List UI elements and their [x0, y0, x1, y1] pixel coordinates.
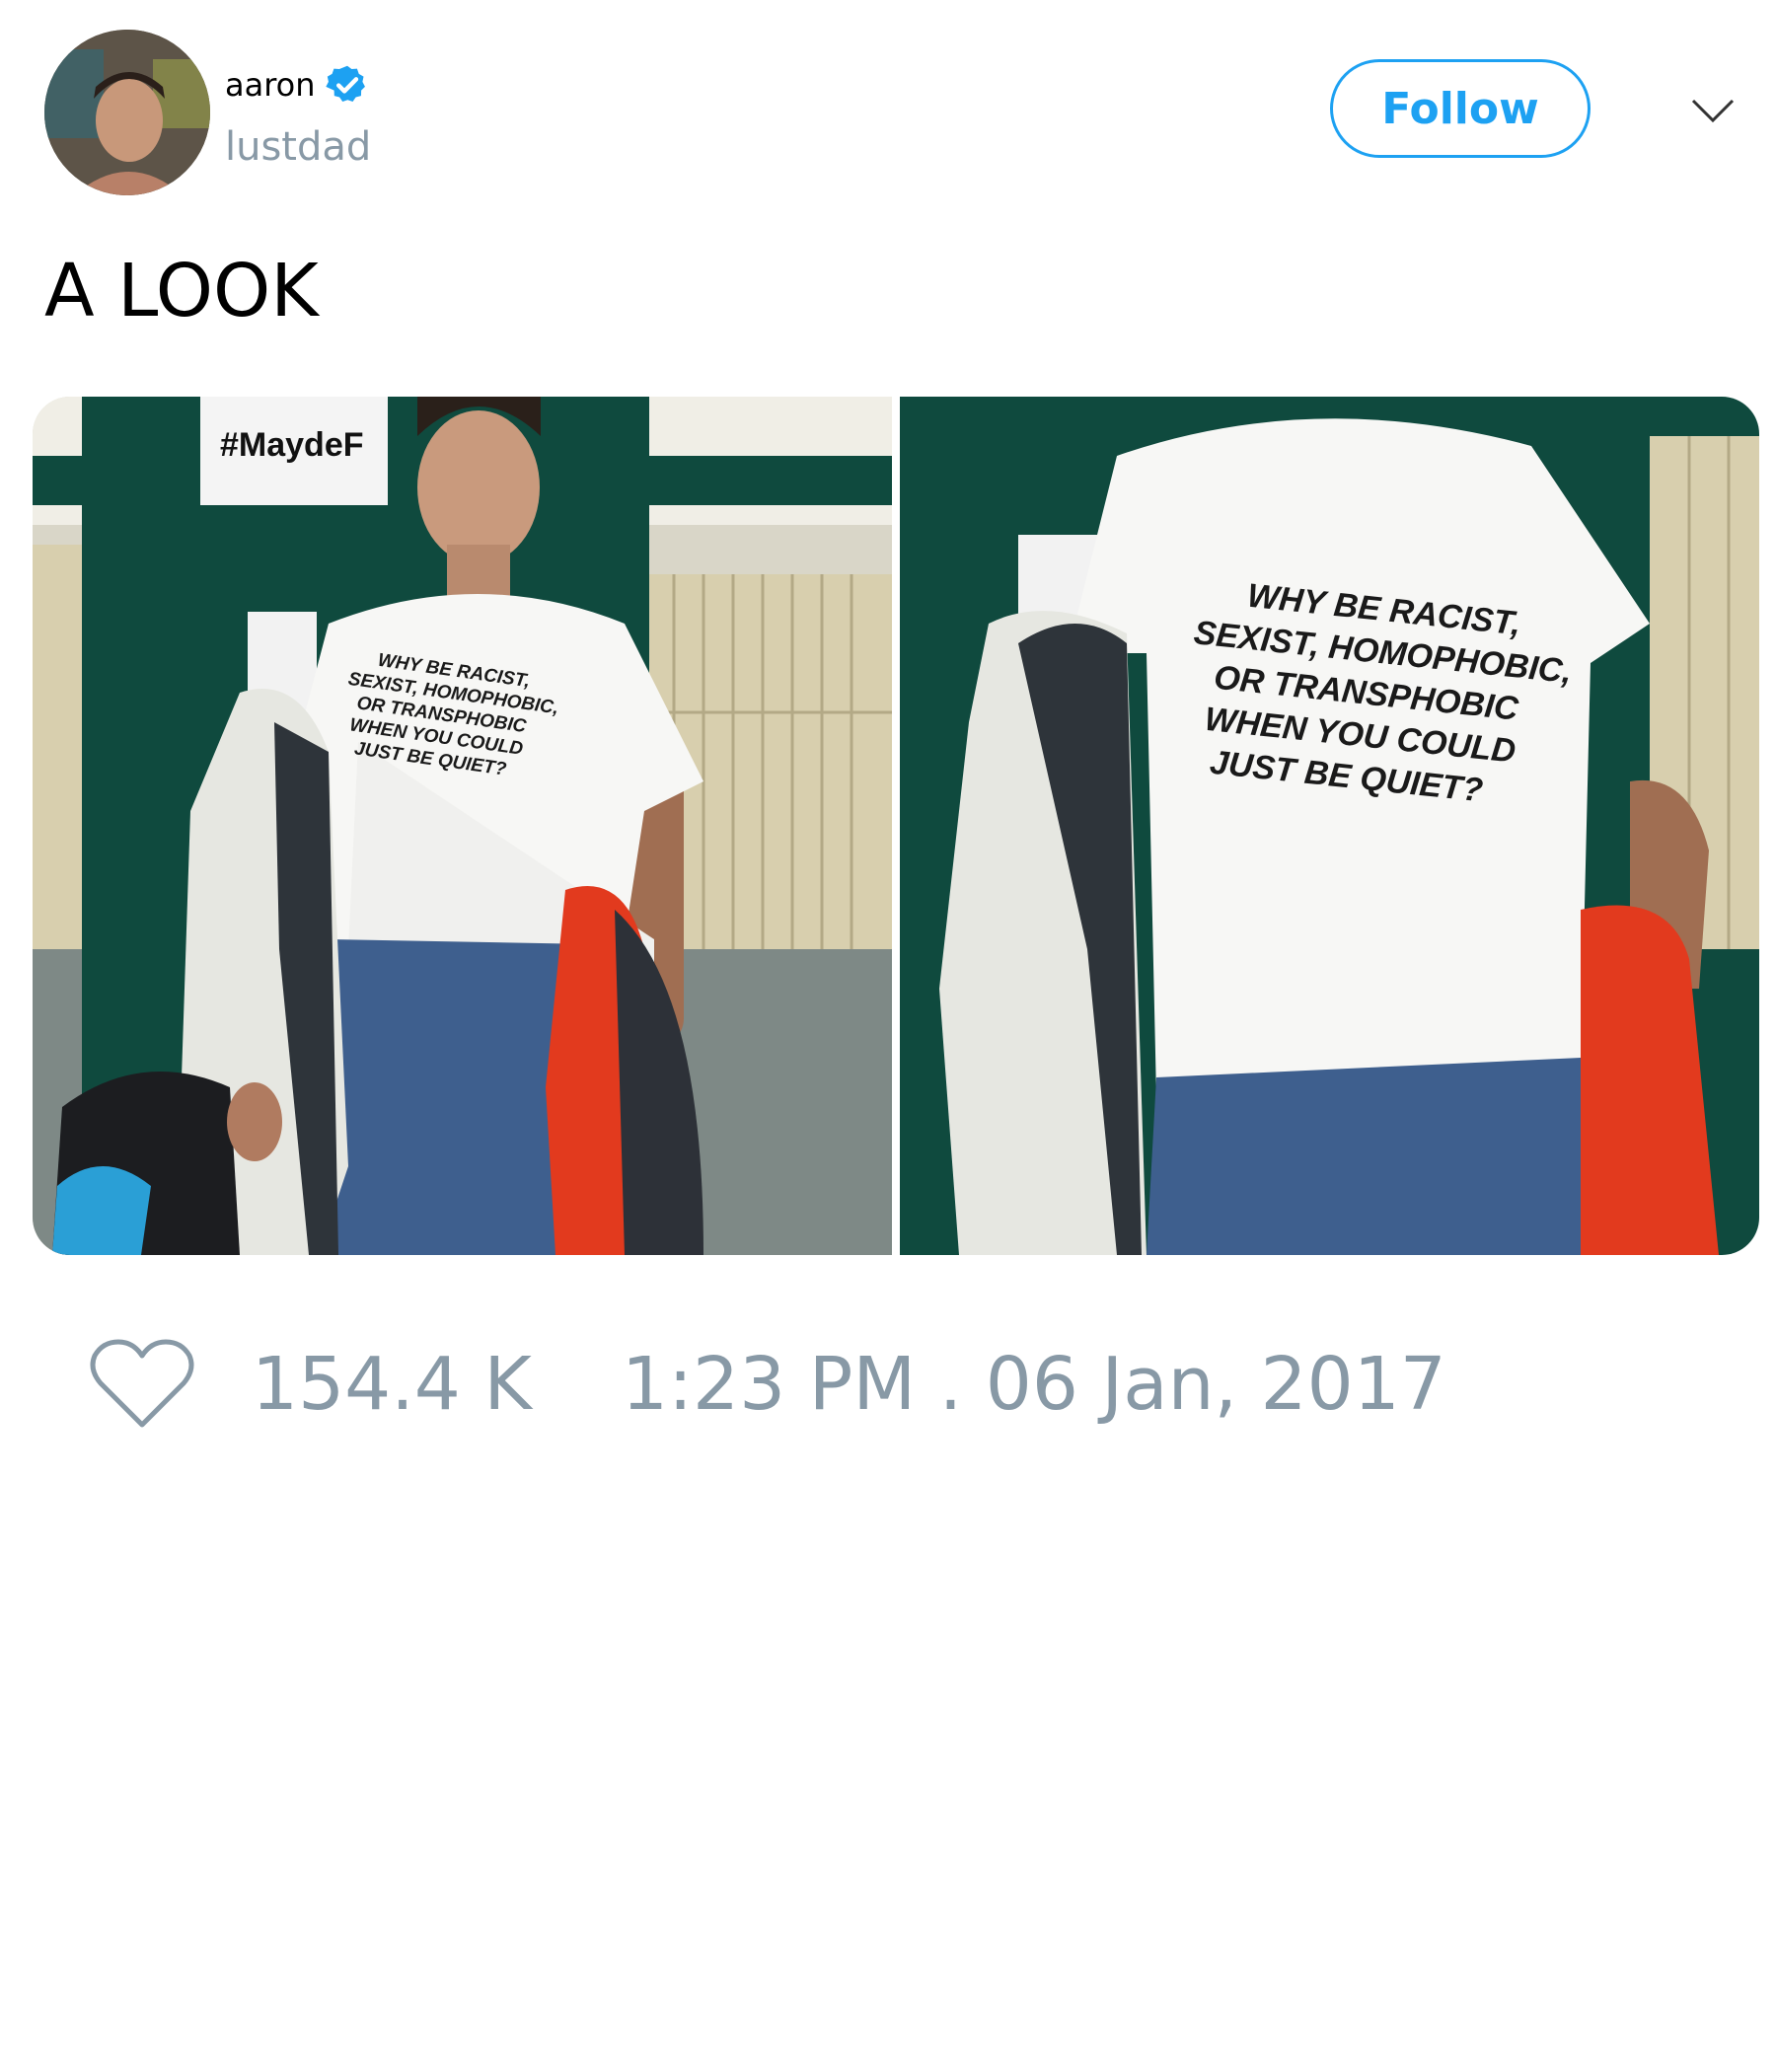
- follow-button[interactable]: Follow: [1330, 59, 1591, 158]
- heart-icon[interactable]: [89, 1338, 195, 1433]
- svg-text:#MaydeF: #MaydeF: [220, 426, 364, 464]
- photo-1[interactable]: #MaydeF WHY BE RACIST, SEXIST, HOMOPHOBI…: [33, 397, 892, 1255]
- tweet-timestamp[interactable]: 1:23 PM . 06 Jan, 2017: [622, 1342, 1446, 1427]
- tweet-text: A LOOK: [44, 249, 319, 333]
- tweet-media[interactable]: #MaydeF WHY BE RACIST, SEXIST, HOMOPHOBI…: [33, 397, 1759, 1255]
- verified-badge-icon: [325, 65, 365, 103]
- user-handle[interactable]: lustdad: [225, 124, 371, 170]
- display-name[interactable]: aaron: [225, 66, 316, 104]
- photo-2[interactable]: WHY BE RACIST, SEXIST, HOMOPHOBIC, OR TR…: [900, 397, 1759, 1255]
- chevron-down-icon[interactable]: [1689, 87, 1737, 134]
- photo-1-image: #MaydeF WHY BE RACIST, SEXIST, HOMOPHOBI…: [33, 397, 892, 1255]
- display-name-row: aaron: [225, 63, 369, 107]
- like-count: 154.4 K: [252, 1342, 532, 1427]
- avatar-photo: [44, 30, 210, 195]
- photo-2-image: WHY BE RACIST, SEXIST, HOMOPHOBIC, OR TR…: [900, 397, 1759, 1255]
- avatar[interactable]: [44, 30, 210, 195]
